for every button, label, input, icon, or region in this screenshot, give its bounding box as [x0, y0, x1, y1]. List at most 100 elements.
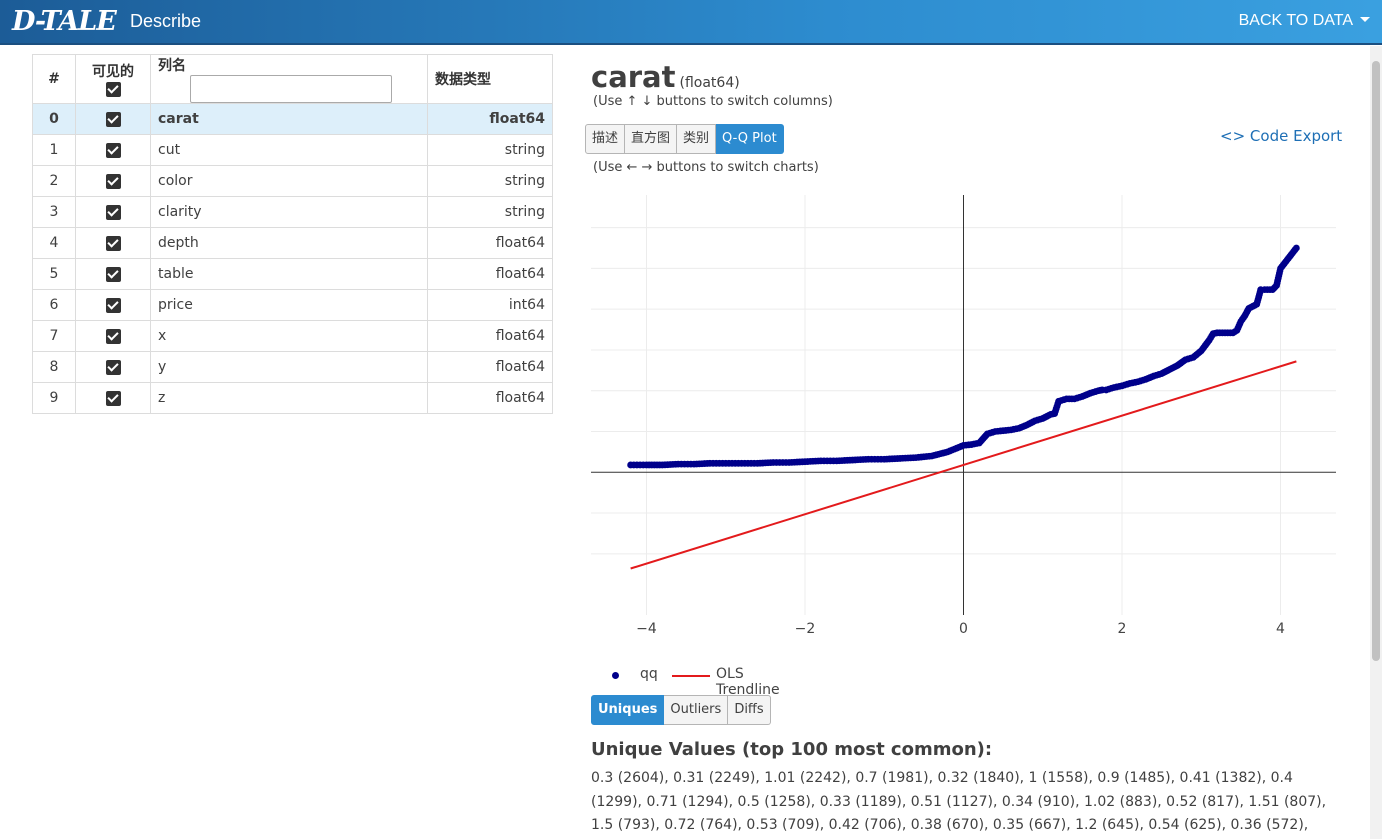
visible-checkbox[interactable]	[105, 328, 121, 344]
row-index: 7	[32, 320, 76, 352]
qq-plot-chart[interactable]: −4 −2 0 2 4	[591, 195, 1336, 645]
tab-categories[interactable]: 类别	[677, 124, 717, 154]
column-row[interactable]: 1 cut string	[32, 134, 553, 166]
row-index: 5	[32, 258, 76, 290]
x-tick-label: −4	[636, 621, 657, 637]
visible-checkbox[interactable]	[105, 390, 121, 406]
x-tick-label: 0	[959, 621, 968, 637]
columns-table-header: # 可见的 列名 数据类型	[32, 54, 553, 104]
visible-header-label: 可见的	[92, 64, 134, 80]
uniques-text: 0.3 (2604), 0.31 (2249), 1.01 (2242), 0.…	[591, 770, 1327, 833]
row-column-name[interactable]: x	[150, 320, 428, 352]
row-visible-cell	[75, 351, 151, 383]
column-title: carat (float64)	[591, 60, 740, 94]
row-column-name[interactable]: table	[150, 258, 428, 290]
row-index: 9	[32, 382, 76, 414]
uniques-title: Unique Values (top 100 most common):	[591, 739, 993, 760]
legend-qq-label[interactable]: qq	[640, 666, 658, 682]
legend-qq-marker	[612, 672, 619, 679]
scrollbar-thumb[interactable]	[1372, 61, 1380, 661]
x-tick-label: −2	[795, 621, 816, 637]
x-tick-label: 4	[1276, 621, 1285, 637]
row-column-name[interactable]: z	[150, 382, 428, 414]
row-visible-cell	[75, 289, 151, 321]
top-navbar: D-TALE Describe BACK TO DATA	[0, 0, 1382, 45]
column-row[interactable]: 0 carat float64	[32, 103, 553, 135]
visible-checkbox[interactable]	[105, 266, 121, 282]
visible-checkbox[interactable]	[105, 204, 121, 220]
row-dtype: string	[427, 165, 553, 197]
tab-outliers[interactable]: Outliers	[664, 695, 729, 725]
row-column-name[interactable]: color	[150, 165, 428, 197]
column-row[interactable]: 7 x float64	[32, 320, 553, 352]
row-index: 2	[32, 165, 76, 197]
column-row[interactable]: 4 depth float64	[32, 227, 553, 259]
row-dtype: float64	[427, 320, 553, 352]
row-visible-cell	[75, 103, 151, 135]
qq-point	[1292, 244, 1300, 252]
row-column-name[interactable]: depth	[150, 227, 428, 259]
row-dtype: string	[427, 196, 553, 228]
visible-checkbox[interactable]	[105, 359, 121, 375]
column-row[interactable]: 2 color string	[32, 165, 553, 197]
tab-histogram[interactable]: 直方图	[625, 124, 678, 154]
index-header[interactable]: #	[32, 54, 76, 104]
visible-checkbox[interactable]	[105, 235, 121, 251]
row-visible-cell	[75, 320, 151, 352]
column-search-input[interactable]	[190, 75, 392, 103]
row-dtype: float64	[427, 258, 553, 290]
row-column-name[interactable]: y	[150, 351, 428, 383]
name-header: 列名	[150, 54, 428, 104]
row-index: 6	[32, 289, 76, 321]
row-dtype: string	[427, 134, 553, 166]
row-column-name[interactable]: clarity	[150, 196, 428, 228]
row-visible-cell	[75, 196, 151, 228]
toggle-all-visible-checkbox[interactable]	[105, 81, 121, 97]
tab-uniques[interactable]: Uniques	[591, 695, 665, 725]
row-column-name[interactable]: price	[150, 289, 428, 321]
visible-checkbox[interactable]	[105, 111, 121, 127]
columns-table: # 可见的 列名 数据类型 0 carat float64 1 cut string 2 co…	[32, 54, 553, 414]
row-dtype: float64	[427, 227, 553, 259]
row-column-name[interactable]: carat	[150, 103, 428, 135]
back-to-data-button[interactable]: BACK TO DATA	[1239, 12, 1370, 30]
tab-diffs[interactable]: Diffs	[728, 695, 771, 725]
dtale-logo[interactable]: D-TALE	[12, 6, 117, 37]
code-export-link[interactable]: <> Code Export	[1220, 127, 1342, 145]
caret-down-icon	[1360, 17, 1370, 22]
column-row[interactable]: 8 y float64	[32, 351, 553, 383]
chart-tabs: 描述 直方图 类别 Q-Q Plot	[585, 124, 784, 154]
row-visible-cell	[75, 227, 151, 259]
legend-trendline-label[interactable]: OLS Trendline	[716, 666, 780, 698]
back-to-data-label: BACK TO DATA	[1238, 12, 1353, 29]
code-icon: <>	[1220, 127, 1246, 145]
column-row[interactable]: 9 z float64	[32, 382, 553, 414]
row-index: 4	[32, 227, 76, 259]
tab-describe[interactable]: 描述	[585, 124, 626, 154]
switch-columns-hint: (Use ↑ ↓ buttons to switch columns)	[593, 94, 833, 109]
column-row[interactable]: 3 clarity string	[32, 196, 553, 228]
row-visible-cell	[75, 258, 151, 290]
tab-qq-plot[interactable]: Q-Q Plot	[716, 124, 784, 154]
column-dtype: (float64)	[679, 75, 740, 91]
visible-checkbox[interactable]	[105, 173, 121, 189]
row-dtype: float64	[427, 382, 553, 414]
column-row[interactable]: 5 table float64	[32, 258, 553, 290]
row-index: 1	[32, 134, 76, 166]
x-tick-label: 2	[1118, 621, 1127, 637]
column-row[interactable]: 6 price int64	[32, 289, 553, 321]
row-dtype: int64	[427, 289, 553, 321]
name-header-label[interactable]: 列名	[158, 58, 186, 74]
row-column-name[interactable]: cut	[150, 134, 428, 166]
column-name: carat	[591, 60, 676, 94]
visible-checkbox[interactable]	[105, 142, 121, 158]
visible-checkbox[interactable]	[105, 297, 121, 313]
visible-header[interactable]: 可见的	[75, 54, 151, 104]
row-index: 0	[32, 103, 76, 135]
switch-charts-hint: (Use ← → buttons to switch charts)	[593, 160, 819, 175]
row-index: 3	[32, 196, 76, 228]
page-scrollbar[interactable]	[1370, 46, 1382, 839]
dtype-header[interactable]: 数据类型	[427, 54, 553, 104]
page-title: Describe	[130, 11, 202, 31]
row-dtype: float64	[427, 103, 553, 135]
